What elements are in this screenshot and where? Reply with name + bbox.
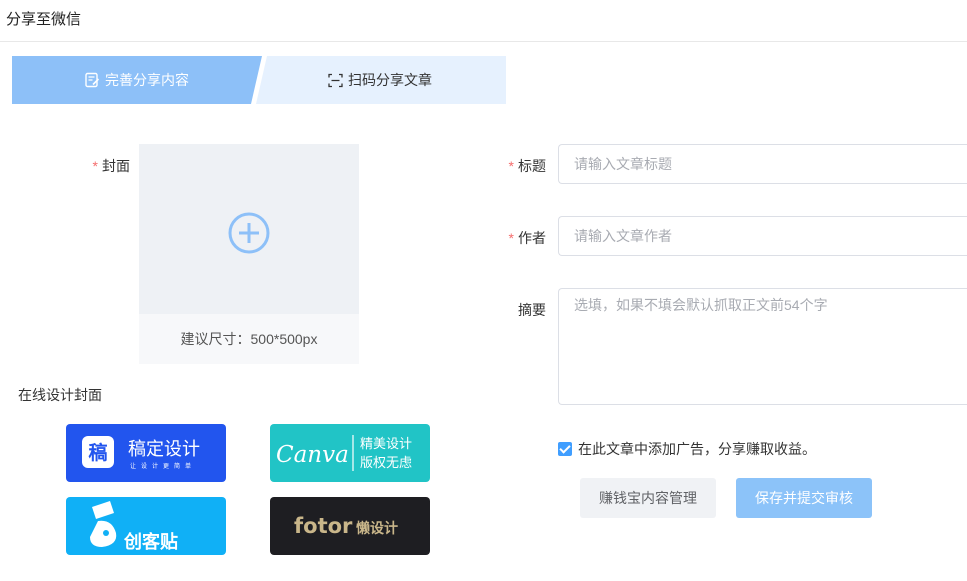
cover-size-hint: 建议尺寸：500*500px [139, 314, 359, 364]
canva-tagline-2: 版权无虑 [360, 455, 412, 471]
chuangkit-name: 创客贴 [123, 531, 178, 553]
required-mark: * [92, 158, 98, 174]
gaoding-subtitle: 让设计更简单 [130, 462, 196, 470]
online-design-title: 在线设计封面 [18, 387, 102, 403]
gaoding-name: 稿定设计 [128, 439, 200, 460]
content-manage-button[interactable]: 赚钱宝内容管理 [580, 478, 716, 518]
cover-uploader: 建议尺寸：500*500px [139, 144, 359, 364]
cover-upload-button[interactable] [139, 144, 359, 314]
tab-scan-share-label: 扫码分享文章 [348, 72, 432, 88]
plus-circle-icon [228, 212, 270, 254]
gaoding-design-link[interactable]: 稿 稿定设计 让设计更简单 [66, 424, 226, 482]
required-mark: * [508, 158, 514, 174]
canva-logo: Canva [276, 442, 349, 468]
tab-fill-content[interactable]: 完善分享内容 [12, 56, 262, 104]
edit-icon [85, 72, 100, 88]
gaoding-logo-char: 稿 [88, 441, 107, 464]
cover-label: * 封面 [92, 158, 130, 174]
tab-scan-share[interactable]: 扫码分享文章 [256, 56, 506, 104]
title-label: * 标题 [508, 158, 546, 174]
title-input[interactable] [558, 144, 967, 184]
summary-textarea[interactable] [558, 288, 967, 405]
page-title: 分享至微信 [6, 11, 82, 28]
chuangkit-link[interactable]: 创客贴 [66, 497, 226, 555]
tab-fill-content-label: 完善分享内容 [105, 72, 189, 88]
add-ad-checkbox-row[interactable]: 在此文章中添加广告，分享赚取收益。 [558, 439, 816, 459]
fotor-tagline: 懒设计 [356, 520, 398, 537]
author-label: * 作者 [508, 230, 546, 246]
canva-link[interactable]: Canva 精美设计 版权无虑 [270, 424, 430, 482]
canva-tagline-1: 精美设计 [360, 437, 412, 452]
add-ad-label: 在此文章中添加广告，分享赚取收益。 [578, 441, 816, 457]
add-ad-checkbox[interactable] [558, 442, 572, 456]
scan-icon [328, 73, 343, 87]
required-mark: * [508, 230, 514, 246]
save-submit-button[interactable]: 保存并提交审核 [736, 478, 872, 518]
fotor-logo: fotor [294, 514, 353, 538]
author-input[interactable] [558, 216, 967, 256]
summary-label: 摘要 [518, 302, 546, 318]
page-header: 分享至微信 [0, 0, 967, 42]
step-tabs: 完善分享内容 扫码分享文章 [12, 56, 506, 104]
fotor-link[interactable]: fotor 懒设计 [270, 497, 430, 555]
